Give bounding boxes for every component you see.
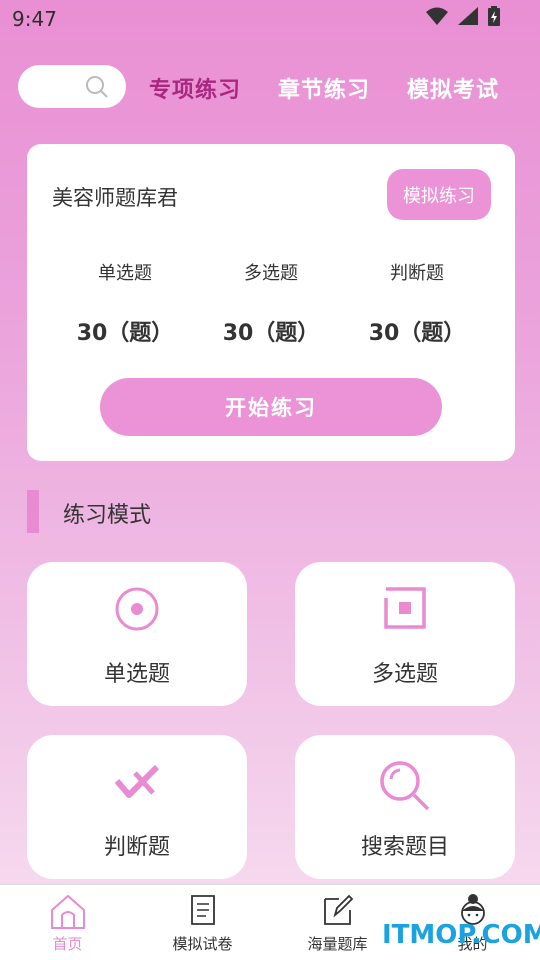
nav-home[interactable]: 首页 — [0, 885, 135, 960]
stat-label: 单选题 — [98, 263, 152, 284]
paper-icon — [190, 895, 215, 925]
stat-label: 判断题 — [390, 263, 444, 284]
stat-multi-choice: 多选题 30（题） — [198, 259, 344, 347]
check-cross-icon — [114, 764, 160, 798]
search-icon — [380, 761, 430, 811]
checkbox-icon — [384, 587, 426, 629]
battery-icon — [488, 6, 500, 26]
radio-icon — [115, 587, 159, 631]
mode-multi-choice[interactable]: 多选题 — [295, 562, 515, 706]
nav-mock-papers[interactable]: 模拟试卷 — [135, 885, 270, 960]
mock-practice-button[interactable]: 模拟练习 — [387, 169, 491, 220]
practice-card: 美容师题库君 模拟练习 单选题 30（题） 多选题 30（题） 判断题 30（题… — [27, 144, 515, 461]
stat-single-choice: 单选题 30（题） — [52, 259, 198, 347]
stat-value: 30（题） — [222, 321, 320, 346]
stat-true-false: 判断题 30（题） — [344, 259, 490, 347]
card-title: 美容师题库君 — [52, 186, 178, 210]
section-title: 练习模式 — [63, 503, 152, 528]
tab-chapter-practice[interactable]: 章节练习 — [278, 72, 370, 104]
watermark: ITMOP.COM — [382, 920, 540, 950]
status-icons — [426, 6, 500, 26]
mode-single-choice[interactable]: 单选题 — [27, 562, 247, 706]
stat-value: 30（题） — [368, 321, 466, 346]
status-bar: 9:47 — [0, 0, 540, 38]
mode-label: 单选题 — [103, 662, 170, 687]
nav-label: 模拟试卷 — [172, 935, 233, 953]
top-tabs: 专项练习 章节练习 模拟考试 — [149, 72, 536, 104]
mode-label: 搜索题目 — [360, 835, 449, 860]
home-icon — [50, 894, 85, 929]
edit-icon — [323, 894, 353, 925]
mode-label: 判断题 — [103, 835, 170, 860]
mode-search-questions[interactable]: 搜索题目 — [295, 735, 515, 879]
nav-label: 首页 — [52, 935, 83, 953]
tab-mock-exam[interactable]: 模拟考试 — [407, 72, 499, 104]
section-accent-bar — [27, 490, 39, 533]
stat-label: 多选题 — [244, 263, 298, 284]
status-time: 9:47 — [12, 7, 57, 31]
search-input[interactable] — [18, 65, 126, 108]
search-icon — [86, 76, 108, 98]
wifi-icon — [426, 7, 448, 25]
mode-label: 多选题 — [371, 662, 438, 687]
tab-special-practice[interactable]: 专项练习 — [149, 72, 241, 104]
signal-icon — [458, 7, 478, 25]
start-practice-button[interactable]: 开始练习 — [100, 378, 442, 436]
mode-true-false[interactable]: 判断题 — [27, 735, 247, 879]
stat-value: 30（题） — [76, 321, 174, 346]
